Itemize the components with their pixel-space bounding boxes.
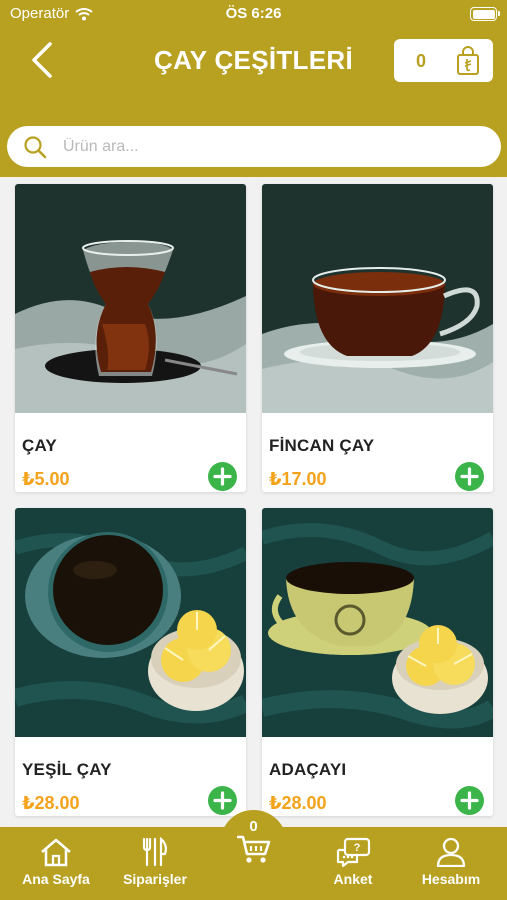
cart-fab-button[interactable]: 0: [220, 810, 287, 877]
product-image: [262, 184, 493, 413]
product-grid: ÇAY ₺5.00 FİNCAN ÇAY ₺17.00 YEŞİL ÇAY ₺2…: [0, 177, 507, 827]
tab-survey[interactable]: ? Anket: [308, 837, 398, 887]
shopping-bag-icon: [457, 46, 479, 75]
product-price: ₺5.00: [22, 469, 70, 489]
battery-icon: [470, 7, 500, 21]
shopping-cart-icon: [237, 835, 271, 863]
add-to-cart-button[interactable]: [455, 462, 484, 491]
product-price: ₺17.00: [269, 469, 327, 489]
product-card[interactable]: ÇAY ₺5.00: [15, 184, 246, 492]
product-name: ADAÇAYI: [269, 760, 347, 779]
chat-question-icon: ?: [336, 837, 371, 867]
user-icon: [436, 837, 466, 867]
tab-orders[interactable]: Siparişler: [110, 837, 200, 887]
status-time: ÖS 6:26: [225, 5, 282, 22]
header-bar: Operatör ÖS 6:26 ÇAY ÇEŞİTLERİ 0: [0, 0, 507, 177]
product-card[interactable]: ADAÇAYI ₺28.00: [262, 508, 493, 816]
search-input[interactable]: [63, 133, 483, 160]
search-bar: [7, 126, 501, 167]
status-bar: Operatör ÖS 6:26: [0, 0, 507, 28]
tab-home-label: Ana Sayfa: [22, 871, 90, 887]
cart-button[interactable]: 0: [394, 39, 493, 82]
product-name: FİNCAN ÇAY: [269, 436, 375, 455]
product-name: YEŞİL ÇAY: [22, 760, 112, 779]
svg-text:?: ?: [354, 842, 361, 854]
tab-home[interactable]: Ana Sayfa: [11, 837, 101, 887]
cart-count: 0: [416, 51, 427, 71]
utensils-icon: [142, 837, 167, 867]
tab-orders-label: Siparişler: [123, 871, 187, 887]
add-to-cart-button[interactable]: [208, 462, 237, 491]
add-to-cart-button[interactable]: [208, 786, 237, 815]
tab-survey-label: Anket: [333, 871, 373, 887]
home-icon: [41, 838, 71, 867]
product-price: ₺28.00: [269, 793, 327, 813]
tab-account-label: Hesabım: [421, 871, 481, 887]
product-card[interactable]: YEŞİL ÇAY ₺28.00: [15, 508, 246, 816]
search-icon: [24, 136, 47, 159]
cart-fab-count: 0: [249, 818, 258, 835]
product-image: [15, 508, 246, 737]
tab-account[interactable]: Hesabım: [406, 837, 496, 887]
product-name: ÇAY: [22, 436, 57, 455]
product-image: [262, 508, 493, 737]
product-image: [15, 184, 246, 413]
add-to-cart-button[interactable]: [455, 786, 484, 815]
product-price: ₺28.00: [22, 793, 80, 813]
product-card[interactable]: FİNCAN ÇAY ₺17.00: [262, 184, 493, 492]
